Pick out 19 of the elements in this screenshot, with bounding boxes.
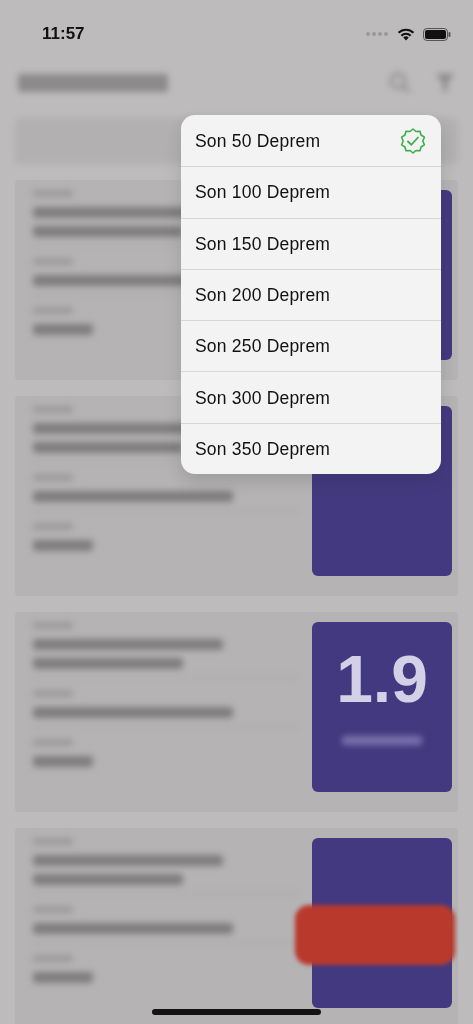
- menu-item[interactable]: Son 350 Deprem: [181, 422, 441, 475]
- menu-item[interactable]: Son 200 Deprem: [181, 268, 441, 321]
- cellular-signal-icon: [365, 31, 389, 37]
- blurred-text: [33, 972, 93, 983]
- battery-icon: [423, 27, 451, 41]
- magnitude-value: 1.9: [336, 646, 428, 712]
- blurred-text: [33, 756, 93, 767]
- check-badge-icon: [399, 126, 427, 155]
- blurred-text: [33, 540, 93, 551]
- menu-item[interactable]: Son 250 Deprem: [181, 320, 441, 372]
- menu-item[interactable]: Son 100 Deprem: [181, 166, 441, 218]
- menu-item[interactable]: Son 300 Deprem: [181, 371, 441, 423]
- blurred-text: [33, 324, 93, 335]
- filter-icon: [435, 72, 455, 94]
- status-time: 11:57: [42, 23, 85, 46]
- menu-item[interactable]: Son 150 Deprem: [181, 217, 441, 269]
- wifi-icon: [397, 27, 415, 41]
- menu-item[interactable]: Son 50 Deprem: [181, 115, 441, 167]
- earthquake-card[interactable]: 1.9: [15, 612, 458, 812]
